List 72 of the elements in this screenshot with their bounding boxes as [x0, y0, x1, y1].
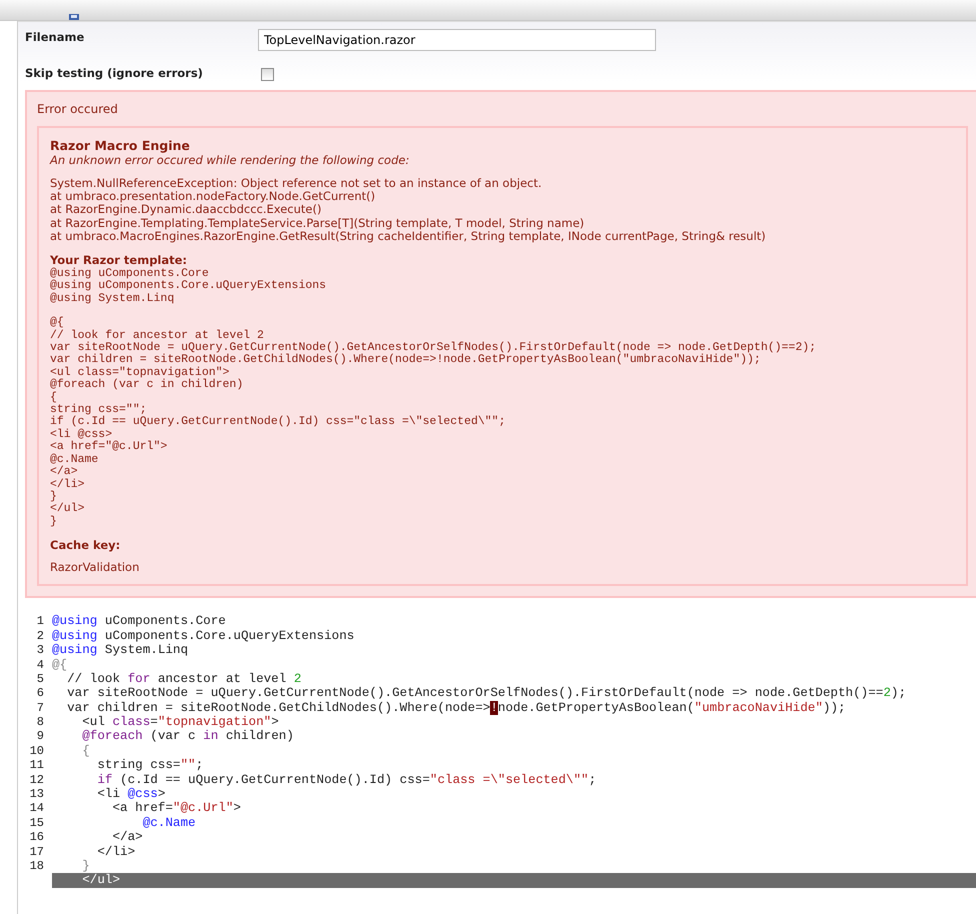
line-number: 5 — [36, 672, 45, 686]
error-intro: An unknown error occured while rendering the following code: — [50, 153, 410, 167]
template-code-line: } — [50, 490, 57, 503]
line-number: 15 — [28, 816, 45, 830]
line-number: 11 — [28, 758, 45, 772]
field-label: Filename — [25, 29, 86, 44]
document-icon[interactable] — [68, 14, 80, 20]
template-code-line: @c.Name — [50, 454, 100, 466]
error-title: Error occured — [37, 102, 119, 116]
template-code-line: </a> — [50, 466, 79, 478]
line-number: 9 — [36, 729, 45, 744]
code-line[interactable]: <li @css> — [52, 786, 976, 802]
stack-trace-line: at umbraco.MacroEngines.RazorEngine.GetResult(String cacheIdentifier, String template, INode currentPage, String& result) — [50, 230, 767, 244]
template-code-line: var siteRootNode = uQuery.GetCurrentNode().GetAncestorOrSelfNodes().FirstOrDefault(node => node.GetDepth()==2); — [50, 342, 818, 354]
line-number: 10 — [28, 744, 45, 758]
code-line[interactable]: @c.Name — [52, 816, 976, 830]
template-code-line: var children = siteRootNode.GetChildNodes().Where(node=>!node.GetPropertyAsBoolean("umbracoNaviHide")); — [50, 354, 761, 366]
line-number: 2 — [36, 628, 45, 643]
code-line[interactable]: var siteRootNode = uQuery.GetCurrentNode().GetAncestorOrSelfNodes().FirstOrDefault(node => node.GetDepth()==2); — [52, 686, 976, 700]
code-line[interactable]: if (c.Id == uQuery.GetCurrentNode().Id) css="class =\"selected\""; — [52, 772, 976, 787]
template-code-line: <li @css> — [50, 428, 112, 441]
line-number: 7 — [36, 700, 45, 715]
code-line[interactable]: string css=""; — [52, 758, 976, 772]
code-line[interactable]: var children = siteRootNode.GetChildNodes().Where(node=>!node.GetPropertyAsBoolean("umbracoNaviHide")); — [52, 700, 976, 715]
code-line[interactable]: @using System.Linq — [52, 642, 976, 658]
template-code-line: @{ — [50, 317, 65, 330]
template-code-line: <a href="@c.Url"> — [50, 441, 168, 454]
code-line[interactable]: </li> — [52, 844, 976, 859]
code-line[interactable]: // look for ancestor at level 2 — [52, 672, 976, 686]
template-code-line: </li> — [50, 478, 86, 491]
line-number: 8 — [36, 715, 45, 730]
code-line[interactable]: <ul class="topnavigation"> — [52, 714, 976, 730]
line-number: 18 — [28, 858, 45, 873]
code-line[interactable]: } — [52, 858, 976, 874]
code-line[interactable]: { — [52, 744, 976, 758]
code-line[interactable]: </a> — [52, 830, 976, 844]
line-number: 17 — [28, 844, 45, 859]
line-number: 14 — [28, 801, 45, 816]
cache-key-value: RazorValidation — [50, 560, 140, 574]
code-line[interactable]: @{ — [52, 657, 976, 672]
template-code-line: string css=""; — [50, 404, 147, 416]
checkbox[interactable] — [261, 68, 274, 81]
template-code-line: @using System.Linq — [50, 292, 176, 306]
line-number: 6 — [36, 686, 45, 700]
code-line[interactable]: @using uComponents.Core.uQueryExtensions — [52, 628, 976, 643]
stack-trace-line: System.NullReferenceException: Object reference not set to an instance of an object. — [50, 177, 543, 190]
code-line[interactable]: @using uComponents.Core — [52, 614, 976, 629]
stack-trace-line: at umbraco.presentation.nodeFactory.Node.GetCurrent() — [50, 190, 376, 204]
template-heading: Your Razor template: — [50, 253, 188, 268]
field-label: Skip testing (ignore errors) — [25, 65, 204, 80]
template-code-line: if (c.Id == uQuery.GetCurrentNode().Id) css="class =\"selected\""; — [50, 416, 506, 428]
line-number: 4 — [36, 658, 45, 672]
code-line[interactable]: <a href="@c.Url"> — [52, 801, 976, 816]
line-number: 3 — [36, 643, 45, 658]
template-code-line: @using uComponents.Core — [50, 268, 209, 280]
template-code-line: <ul class="topnavigation"> — [50, 366, 230, 379]
template-code-line: } — [50, 516, 58, 528]
engine-heading: Razor Macro Engine — [50, 138, 191, 153]
template-code-line: @using uComponents.Core.uQueryExtensions — [50, 280, 328, 292]
line-number: 1 — [36, 614, 45, 628]
line-number: 16 — [28, 830, 45, 844]
cache-key-heading: Cache key: — [50, 538, 122, 552]
template-code-line: // look for ancestor at level 2 — [50, 330, 264, 342]
template-code-line: @foreach (var c in children) — [50, 379, 244, 392]
line-number: 13 — [28, 787, 45, 802]
template-code-line: { — [50, 392, 57, 404]
line-number: 12 — [28, 772, 45, 787]
stack-trace-line: at RazorEngine.Dynamic.daaccbdccc.Execute() — [50, 203, 322, 217]
code-line[interactable]: @foreach (var c in children) — [52, 729, 976, 744]
stack-trace-line: at RazorEngine.Templating.TemplateService.Parse[T](String template, T model, String name) — [50, 216, 586, 230]
filename-input[interactable]: TopLevelNavigation.razor — [258, 29, 656, 51]
template-code-line: </ul> — [50, 503, 86, 516]
